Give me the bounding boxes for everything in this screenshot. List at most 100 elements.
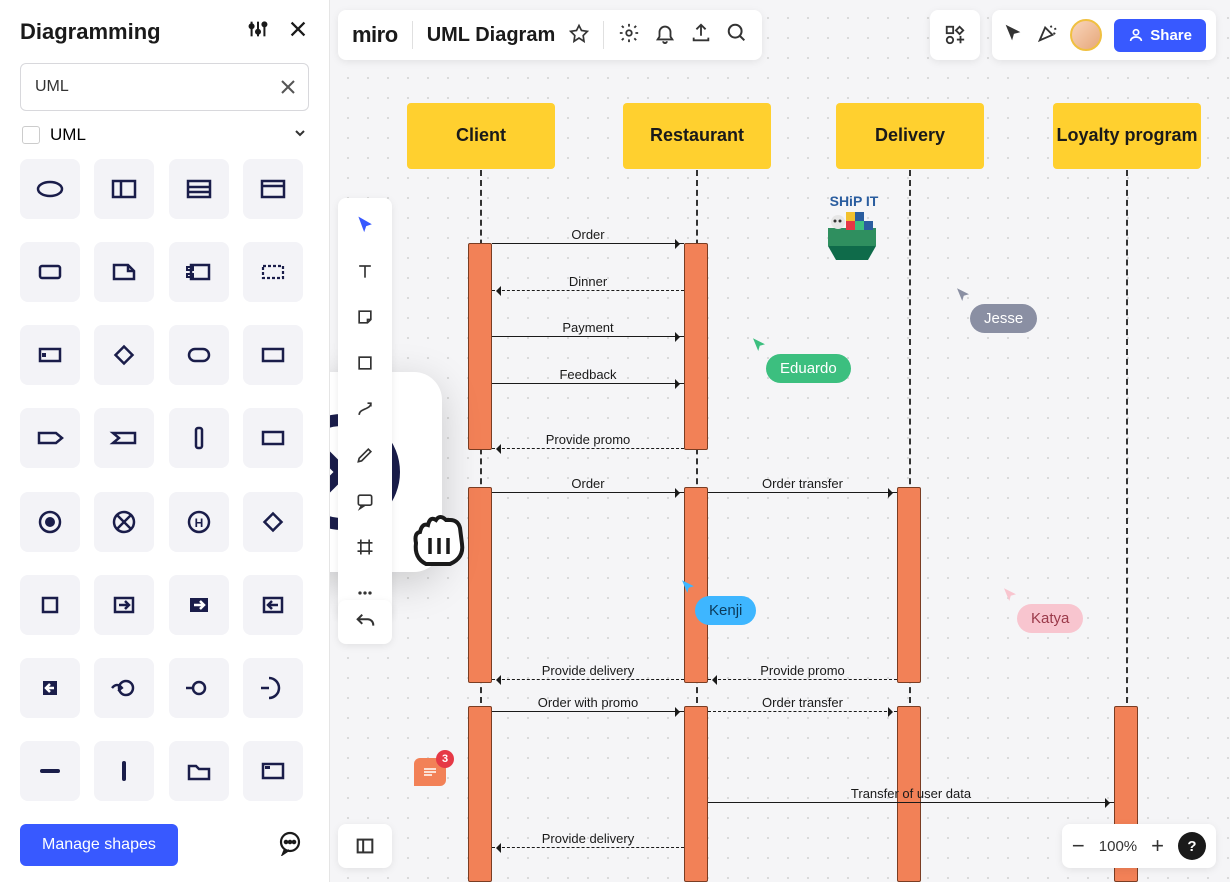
message-arrow[interactable] bbox=[492, 290, 684, 291]
shape-arrow-left-solid[interactable] bbox=[20, 658, 80, 718]
help-button[interactable]: ? bbox=[1178, 832, 1206, 860]
shape-dashed-rect[interactable] bbox=[243, 242, 303, 302]
shape-search-input[interactable] bbox=[20, 63, 309, 111]
zoom-out-button[interactable]: − bbox=[1072, 833, 1085, 859]
comment-tool[interactable] bbox=[344, 480, 386, 522]
shape-signal-receive[interactable] bbox=[94, 408, 154, 468]
search-clear-icon[interactable] bbox=[279, 78, 297, 96]
pen-tool[interactable] bbox=[344, 434, 386, 476]
svg-text:SHiP IT: SHiP IT bbox=[830, 193, 879, 209]
collaborator-label: Katya bbox=[1017, 604, 1083, 633]
message-arrow[interactable] bbox=[492, 711, 684, 712]
lifeline-restaurant[interactable]: Restaurant bbox=[623, 103, 771, 169]
message-label: Order bbox=[571, 476, 604, 491]
shape-connector[interactable] bbox=[169, 658, 229, 718]
lifeline-client[interactable]: Client bbox=[407, 103, 555, 169]
user-avatar[interactable] bbox=[1070, 19, 1102, 51]
shape-signal-send[interactable] bbox=[20, 408, 80, 468]
frame-tool[interactable] bbox=[344, 526, 386, 568]
confetti-icon[interactable] bbox=[1036, 22, 1058, 49]
shape-flow-final[interactable] bbox=[94, 658, 154, 718]
lifeline-delivery[interactable]: Delivery bbox=[836, 103, 984, 169]
sidebar-settings-icon[interactable] bbox=[247, 18, 269, 45]
category-row-uml[interactable]: UML bbox=[20, 125, 309, 145]
shape-pin[interactable] bbox=[243, 408, 303, 468]
shape-ellipse[interactable] bbox=[20, 159, 80, 219]
sticky-tool[interactable] bbox=[344, 296, 386, 338]
star-icon[interactable] bbox=[569, 23, 589, 48]
shape-arrow-left-box[interactable] bbox=[243, 575, 303, 635]
message-arrow[interactable] bbox=[708, 802, 1114, 803]
zoom-level[interactable]: 100% bbox=[1099, 838, 1137, 855]
shape-component[interactable] bbox=[169, 242, 229, 302]
right-cluster: Share bbox=[992, 10, 1216, 60]
feedback-icon[interactable] bbox=[277, 830, 303, 861]
shape-rect2[interactable] bbox=[243, 325, 303, 385]
message-arrow[interactable] bbox=[492, 336, 684, 337]
activation-bar[interactable] bbox=[684, 706, 708, 882]
shape-arrow-right-box[interactable] bbox=[94, 575, 154, 635]
activation-bar[interactable] bbox=[468, 243, 492, 450]
shape-folder[interactable] bbox=[169, 741, 229, 801]
shape-note[interactable] bbox=[94, 242, 154, 302]
shape-square[interactable] bbox=[20, 575, 80, 635]
manage-shapes-button[interactable]: Manage shapes bbox=[20, 824, 178, 866]
export-icon[interactable] bbox=[690, 22, 712, 49]
shape-tool[interactable] bbox=[344, 342, 386, 384]
undo-button[interactable] bbox=[338, 600, 392, 644]
shape-table[interactable] bbox=[169, 159, 229, 219]
select-tool[interactable] bbox=[344, 204, 386, 246]
frames-button[interactable] bbox=[338, 824, 392, 868]
apps-button[interactable] bbox=[930, 10, 980, 60]
message-arrow[interactable] bbox=[492, 383, 684, 384]
cursor-present-icon[interactable] bbox=[1002, 22, 1024, 49]
shape-card[interactable] bbox=[243, 741, 303, 801]
message-arrow[interactable] bbox=[708, 711, 897, 712]
shape-rect[interactable] bbox=[20, 242, 80, 302]
message-arrow[interactable] bbox=[492, 448, 684, 449]
shape-port-rect[interactable] bbox=[20, 325, 80, 385]
activation-bar[interactable] bbox=[897, 487, 921, 683]
message-arrow[interactable] bbox=[492, 679, 684, 680]
comment-bubble[interactable]: 3 bbox=[414, 758, 446, 786]
zoom-in-button[interactable]: + bbox=[1151, 833, 1164, 859]
ship-it-sticker[interactable]: SHiP IT bbox=[818, 192, 890, 272]
share-button[interactable]: Share bbox=[1114, 19, 1206, 52]
shape-activation-bar[interactable] bbox=[169, 408, 229, 468]
text-tool[interactable] bbox=[344, 250, 386, 292]
shape-diamond[interactable] bbox=[94, 325, 154, 385]
gear-icon[interactable] bbox=[618, 22, 640, 49]
shape-hbar[interactable] bbox=[20, 741, 80, 801]
lifeline-loyalty[interactable]: Loyalty program bbox=[1053, 103, 1201, 169]
message-arrow[interactable] bbox=[492, 847, 684, 848]
lifeline-label: Client bbox=[456, 125, 506, 147]
message-arrow[interactable] bbox=[492, 492, 684, 493]
shape-arrow-right-solid[interactable] bbox=[169, 575, 229, 635]
shape-vbar[interactable] bbox=[94, 741, 154, 801]
shape-class[interactable] bbox=[94, 159, 154, 219]
shape-roundrect[interactable] bbox=[169, 325, 229, 385]
shape-window[interactable] bbox=[243, 159, 303, 219]
activation-bar[interactable] bbox=[684, 243, 708, 450]
search-icon[interactable] bbox=[726, 22, 748, 49]
message-arrow[interactable] bbox=[708, 679, 897, 680]
shape-branch[interactable] bbox=[243, 492, 303, 552]
shape-terminate[interactable] bbox=[94, 492, 154, 552]
message-arrow[interactable] bbox=[492, 243, 684, 244]
bell-icon[interactable] bbox=[654, 22, 676, 49]
category-checkbox[interactable] bbox=[22, 126, 40, 144]
message-label: Dinner bbox=[569, 274, 607, 289]
board-title[interactable]: UML Diagram bbox=[427, 24, 556, 47]
chevron-down-icon[interactable] bbox=[293, 126, 307, 145]
message-label: Feedback bbox=[559, 367, 616, 382]
sidebar-close-icon[interactable] bbox=[287, 18, 309, 45]
shape-half-circle[interactable] bbox=[243, 658, 303, 718]
sidebar: Diagramming UML bbox=[0, 0, 330, 882]
activation-bar[interactable] bbox=[468, 706, 492, 882]
miro-logo[interactable]: miro bbox=[352, 22, 398, 48]
divider bbox=[412, 21, 413, 49]
connect-tool[interactable] bbox=[344, 388, 386, 430]
shape-initial-state[interactable] bbox=[20, 492, 80, 552]
message-arrow[interactable] bbox=[708, 492, 897, 493]
shape-history[interactable]: H bbox=[169, 492, 229, 552]
